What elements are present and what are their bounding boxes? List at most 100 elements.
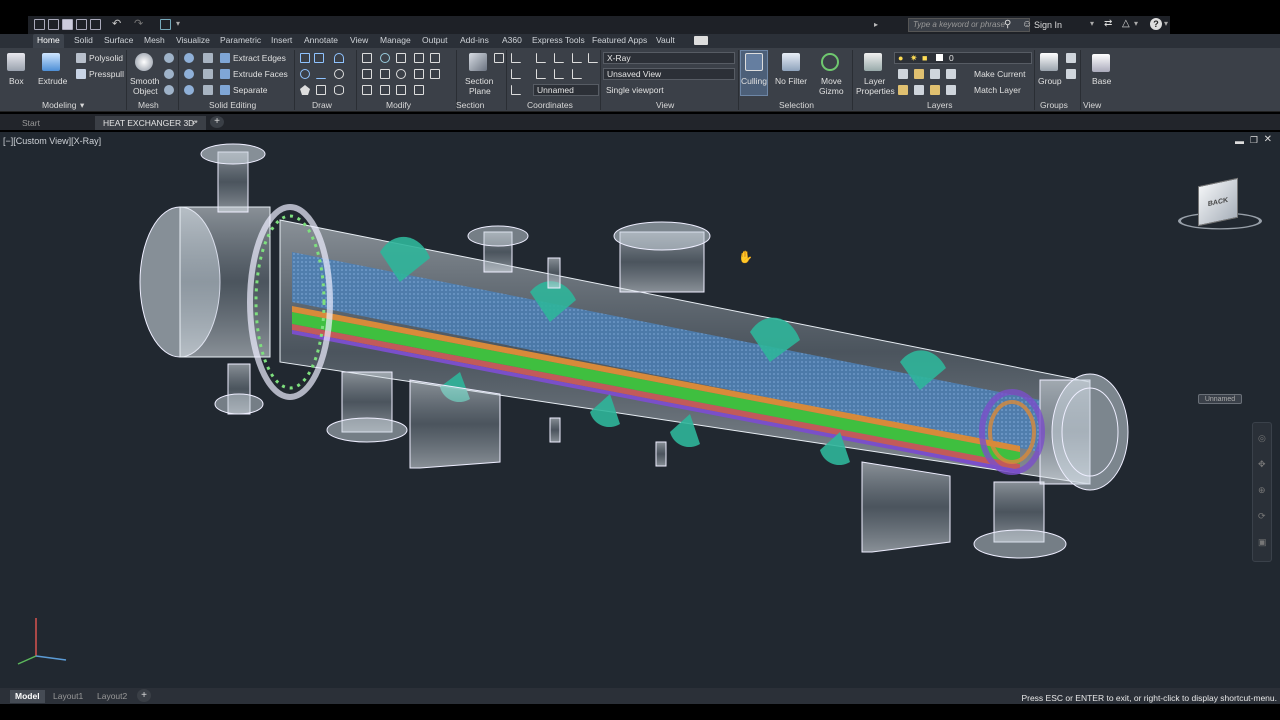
ucs-origin-icon[interactable] [554,53,564,63]
ucs-menu[interactable]: Unnamed [1198,394,1242,404]
ribbon-toggle-icon[interactable] [694,36,708,45]
trim-icon[interactable] [396,53,406,63]
erase-icon[interactable] [414,53,424,63]
panel-groups-label[interactable]: Groups [1040,100,1068,110]
ucs-view-icon[interactable] [572,53,582,63]
smooth-object-button[interactable]: Smooth [130,76,159,86]
ucs-face-icon[interactable] [511,69,521,79]
group-tool-icon[interactable] [1066,53,1076,63]
slice-icon[interactable] [203,53,213,63]
print-icon[interactable] [90,19,101,30]
array-icon[interactable] [380,85,390,95]
layer-tool-icon[interactable] [914,85,924,95]
shell-icon[interactable] [203,85,213,95]
viewport-config-button[interactable]: Single viewport [606,85,664,95]
panel-mesh-label[interactable]: Mesh [138,100,159,110]
chevron-down-icon[interactable]: ▾ [1134,19,1138,28]
tab-featured-apps[interactable]: Featured Apps [592,34,647,48]
user-icon[interactable]: ☺ [1022,19,1032,30]
layer-tool-icon[interactable] [914,69,924,79]
viewcube[interactable]: BACK [1198,177,1238,227]
binoculars-icon[interactable]: ⚲ [1004,19,1011,30]
box-button[interactable]: Box [9,76,24,86]
doc-tab-heat-exchanger[interactable]: HEAT EXCHANGER 3D* [95,116,206,130]
polyline-icon[interactable] [314,53,324,63]
sign-in-link[interactable]: Sign In [1034,20,1062,30]
tab-mesh[interactable]: Mesh [144,34,165,48]
chevron-down-icon[interactable]: ▾ [80,100,84,111]
polysolid-button[interactable]: Polysolid [89,53,123,63]
named-view-select[interactable]: Unsaved View [603,68,735,80]
panel-section-label[interactable]: Section [456,100,484,110]
mesh-tool-icon[interactable] [164,53,174,63]
panel-view-label[interactable]: View [656,100,674,110]
rectangle-icon[interactable] [316,85,326,95]
move-gizmo-label-2[interactable]: Gizmo [819,86,844,96]
ucs-x-icon[interactable] [536,69,546,79]
rotate-icon[interactable] [380,53,390,63]
tab-a360[interactable]: A360 [502,34,522,48]
layer-tool-icon[interactable] [930,85,940,95]
tab-annotate[interactable]: Annotate [304,34,338,48]
panel-solid-editing-label[interactable]: Solid Editing [209,100,256,110]
base-view-button[interactable]: Base [1092,76,1111,86]
help-icon[interactable]: ? [1150,18,1162,30]
tab-insert[interactable]: Insert [271,34,292,48]
section-tool-icon[interactable] [494,53,504,63]
extrude-button[interactable]: Extrude [38,76,67,86]
presspull-button[interactable]: Presspull [89,69,124,79]
fillet-icon[interactable] [380,69,390,79]
mirror-icon[interactable] [362,69,372,79]
separate-button[interactable]: Separate [233,85,268,95]
panel-modify-label[interactable]: Modify [386,100,411,110]
section-plane-button[interactable]: Section [465,76,493,86]
ucs-icon[interactable] [511,53,521,63]
stretch-icon[interactable] [430,69,440,79]
model-viewport[interactable]: [−][Custom View][X-Ray] ▬ ❐ ✕ ✋ BACK Unn… [0,132,1280,688]
line-icon[interactable] [300,53,310,63]
tab-parametric[interactable]: Parametric [220,34,261,48]
navigation-bar[interactable]: ◎ ✥ ⊕ ⟳ ▣ [1252,422,1272,562]
join-icon[interactable] [414,85,424,95]
layer-properties-label-2[interactable]: Properties [856,86,895,96]
orbit-icon[interactable]: ⟳ [1258,511,1266,522]
heat-exchanger-model[interactable] [0,132,1280,688]
ucs-z-icon[interactable] [572,69,582,79]
copy-icon[interactable] [430,53,440,63]
move-gizmo-button[interactable]: Move [821,76,842,86]
ucs-object-icon[interactable] [588,53,598,63]
panel-modeling-label[interactable]: Modeling [42,100,77,110]
tab-output[interactable]: Output [422,34,448,48]
add-layout-button[interactable]: + [137,689,151,702]
search-input[interactable]: Type a keyword or phrase [908,18,1030,32]
group-button[interactable]: Group [1038,76,1062,86]
undo-icon[interactable]: ↶ [112,17,121,30]
intersect-icon[interactable] [184,85,194,95]
match-layer-button[interactable]: Match Layer [974,85,1021,95]
ellipse-icon[interactable] [334,85,344,95]
spline-icon[interactable] [300,69,310,79]
tab-home[interactable]: Home [33,34,64,48]
ucs-world-icon[interactable] [536,53,546,63]
tab-surface[interactable]: Surface [104,34,133,48]
mesh-tool-icon[interactable] [164,85,174,95]
layout-tab-layout2[interactable]: Layout2 [92,690,132,703]
exchange-icon[interactable]: ⇄ [1104,18,1112,29]
circle-icon[interactable] [334,69,344,79]
ucs-y-icon[interactable] [554,69,564,79]
circle-icon[interactable] [396,69,406,79]
extract-edges-button[interactable]: Extract Edges [233,53,286,63]
redo-icon[interactable]: ↷ [134,17,143,30]
polygon-icon[interactable] [300,85,310,95]
arc-icon[interactable] [334,53,344,63]
layout-tab-model[interactable]: Model [10,690,45,703]
chevron-down-icon[interactable]: ▾ [1090,19,1094,28]
close-icon[interactable]: × [191,118,196,127]
move-icon[interactable] [362,53,372,63]
layer-tool-icon[interactable] [898,69,908,79]
new-tab-button[interactable]: + [210,116,224,128]
tab-visualize[interactable]: Visualize [176,34,210,48]
pan-icon[interactable]: ✥ [1258,459,1266,470]
layer-tool-icon[interactable] [898,85,908,95]
mesh-tool-icon[interactable] [164,69,174,79]
